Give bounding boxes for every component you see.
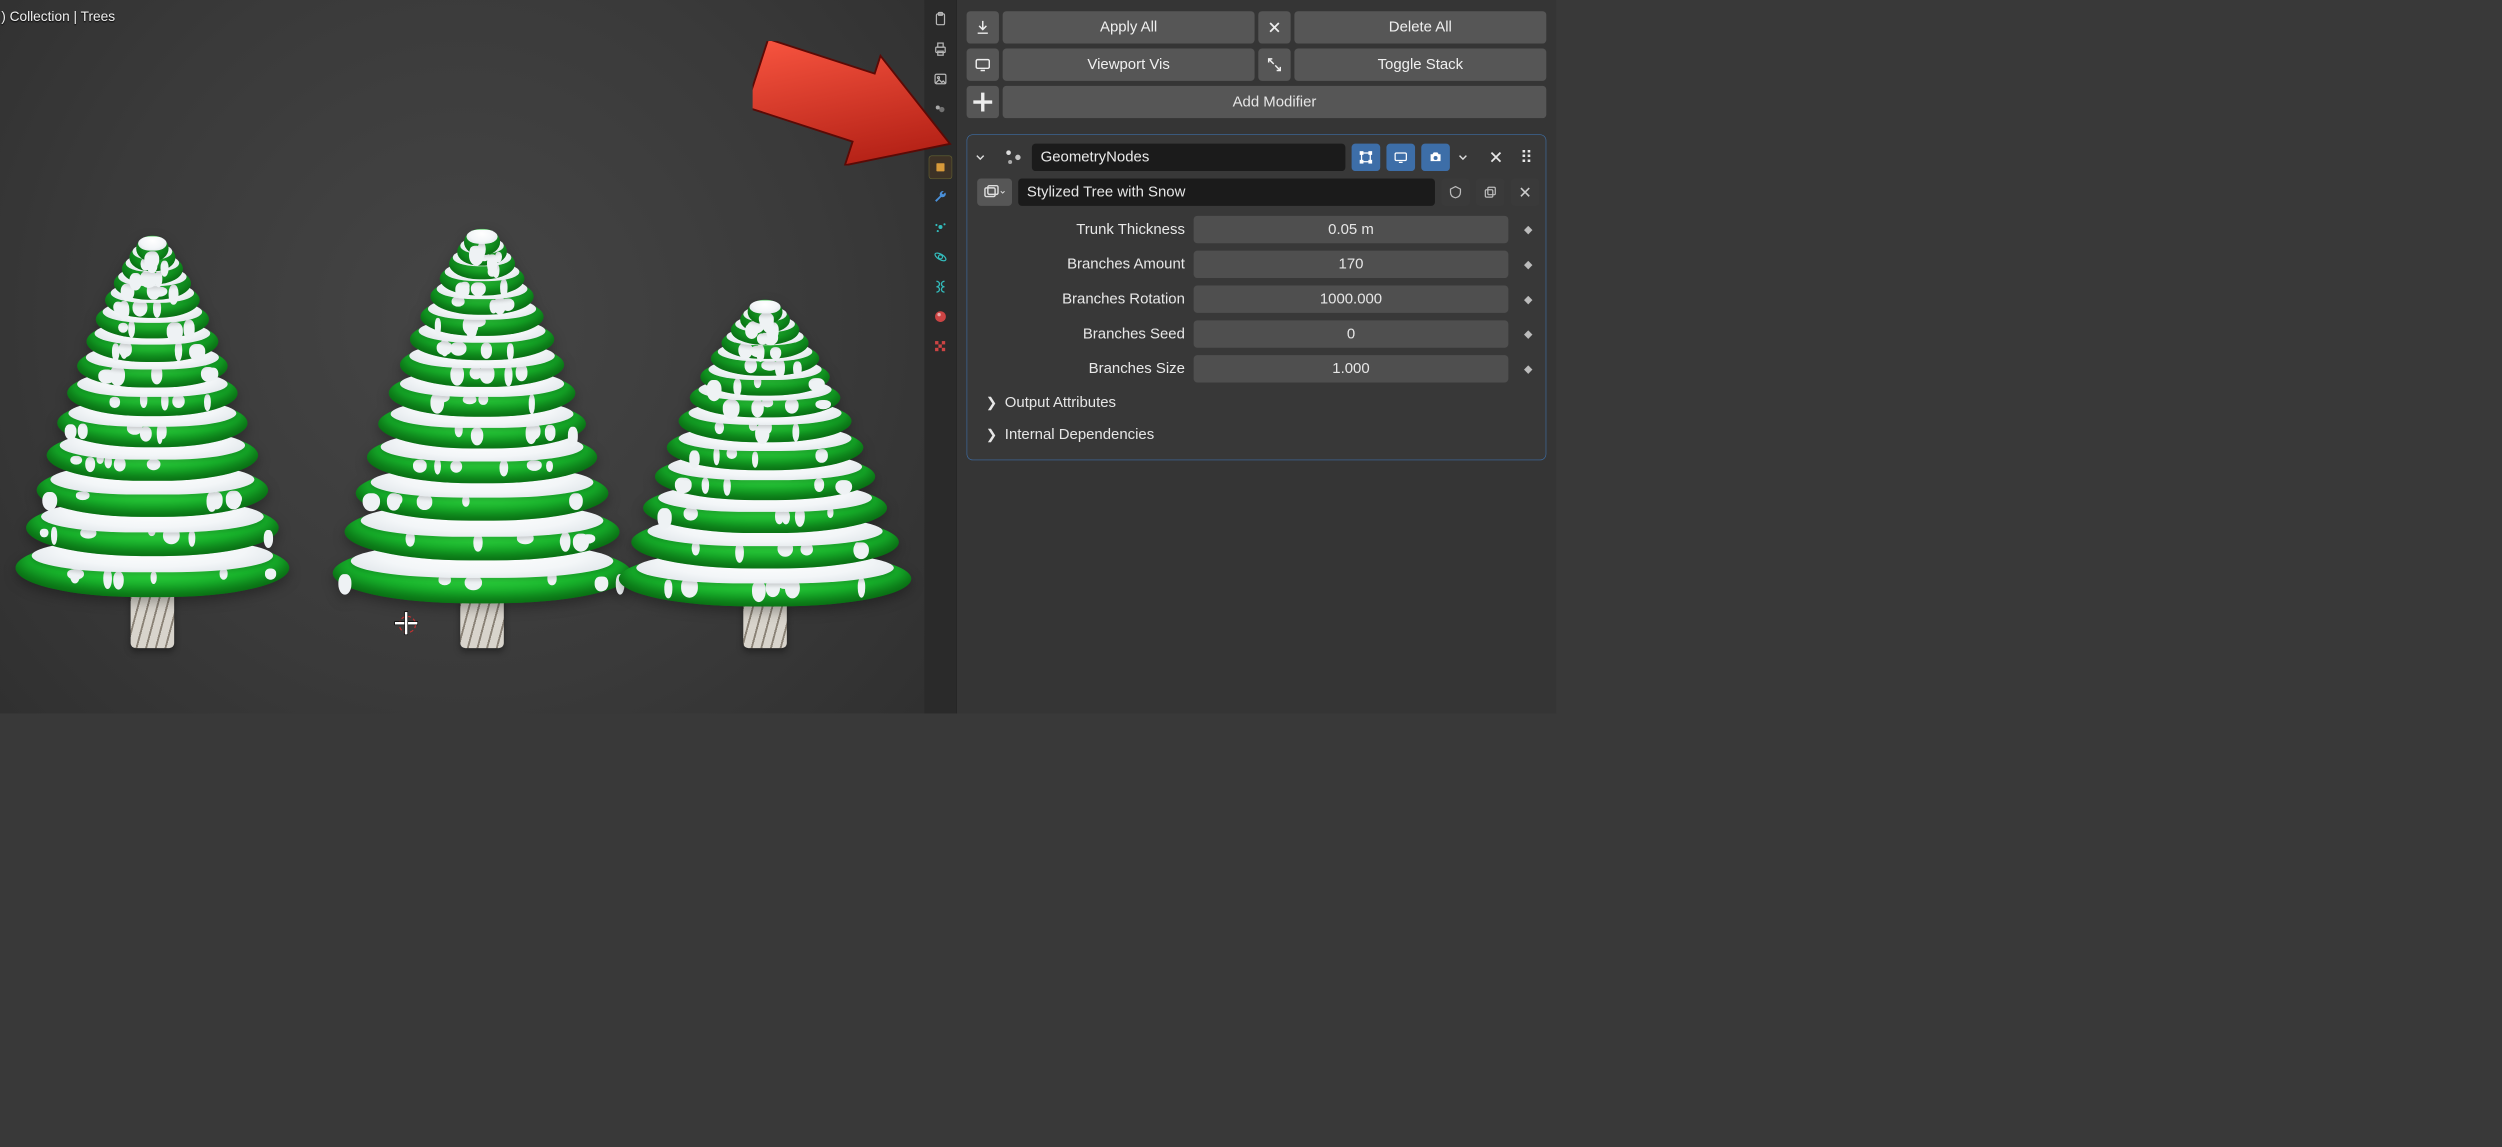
modifier-remove-button[interactable]: ✕ [1483,147,1508,168]
palette-icon[interactable] [928,97,952,121]
input-value-field[interactable]: 0.05 m [1194,216,1509,243]
input-attribute-toggle[interactable]: ◆ [1517,362,1539,375]
toggle-stack-icon-button[interactable] [1258,49,1290,81]
modifier-drag-handle[interactable]: ⠿ [1515,147,1540,168]
input-label: Branches Amount [973,256,1184,273]
add-modifier-plus-button[interactable] [967,86,999,118]
render-display-toggle[interactable] [1421,144,1450,171]
section-label: Internal Dependencies [1005,426,1154,443]
modifier-input-row: Branches Size 1.000 ◆ [973,351,1539,386]
apply-all-button[interactable]: Apply All [1003,11,1255,43]
unlink-nodegroup-button[interactable]: ✕ [1511,179,1540,206]
material-tab-icon[interactable] [928,305,952,329]
duplicate-nodegroup-button[interactable] [1476,179,1505,206]
input-attribute-toggle[interactable]: ◆ [1517,327,1539,340]
texture-tab-icon[interactable] [928,335,952,359]
input-label: Trunk Thickness [973,221,1184,238]
input-value-field[interactable]: 170 [1194,251,1509,278]
input-label: Branches Size [973,360,1184,377]
modifier-input-row: Branches Seed 0 ◆ [973,317,1539,352]
output-attributes-section[interactable]: ❯ Output Attributes [973,386,1539,418]
apply-all-icon-button[interactable] [967,11,999,43]
add-modifier-button[interactable]: Add Modifier [1003,86,1547,118]
nodegroup-browse-dropdown[interactable] [977,179,1012,206]
chevron-right-icon: ❯ [986,394,997,410]
section-label: Output Attributes [1005,394,1116,411]
realtime-display-toggle[interactable] [1386,144,1415,171]
input-value-field[interactable]: 1000.000 [1194,285,1509,312]
toggle-stack-button[interactable]: Toggle Stack [1294,49,1546,81]
printer-icon[interactable] [928,37,952,61]
delete-all-button[interactable]: Delete All [1294,11,1546,43]
tree-object-1[interactable] [9,236,295,648]
modifier-name-input[interactable]: GeometryNodes [1032,144,1345,171]
input-value-field[interactable]: 0 [1194,320,1509,347]
input-attribute-toggle[interactable]: ◆ [1517,293,1539,306]
viewport-3d[interactable]: ) Collection | Trees [0,0,924,713]
modifier-collapse-toggle[interactable] [973,151,994,165]
geometry-nodes-icon [1001,148,1026,167]
chevron-right-icon: ❯ [986,427,997,443]
properties-tab-strip [924,0,956,713]
internal-dependencies-section[interactable]: ❯ Internal Dependencies [973,419,1539,451]
modifier-geometry-nodes: GeometryNodes ✕ ⠿ Stylized Tree with Sno… [967,134,1547,460]
input-label: Branches Rotation [973,290,1184,307]
object-tab-icon[interactable] [928,156,952,180]
nodegroup-name-input[interactable]: Stylized Tree with Snow [1018,179,1435,206]
viewport-breadcrumb: ) Collection | Trees [1,9,115,25]
input-value-field[interactable]: 1.000 [1194,355,1509,382]
viewport-vis-icon-button[interactable] [967,49,999,81]
tree-object-3[interactable] [613,300,918,648]
clipboard-icon[interactable] [928,7,952,31]
tree-object-2[interactable] [327,229,638,648]
physics-tab-icon[interactable] [928,245,952,269]
fake-user-toggle[interactable] [1441,179,1470,206]
modifier-input-row: Branches Amount 170 ◆ [973,247,1539,282]
wrench-tab-icon[interactable] [928,185,952,209]
modifier-input-row: Trunk Thickness 0.05 m ◆ [973,212,1539,247]
modifier-input-row: Branches Rotation 1000.000 ◆ [973,282,1539,317]
particle-tab-icon[interactable] [928,215,952,239]
properties-panel: Apply All Delete All Viewport Vis Toggle… [957,0,1557,713]
modifier-extras-dropdown[interactable] [1456,151,1477,165]
viewport-vis-button[interactable]: Viewport Vis [1003,49,1255,81]
image-icon[interactable] [928,67,952,91]
input-attribute-toggle[interactable]: ◆ [1517,258,1539,271]
edit-mode-toggle[interactable] [1352,144,1381,171]
constraint-tab-icon[interactable] [928,275,952,299]
input-label: Branches Seed [973,325,1184,342]
delete-all-icon-button[interactable] [1258,11,1290,43]
input-attribute-toggle[interactable]: ◆ [1517,223,1539,236]
